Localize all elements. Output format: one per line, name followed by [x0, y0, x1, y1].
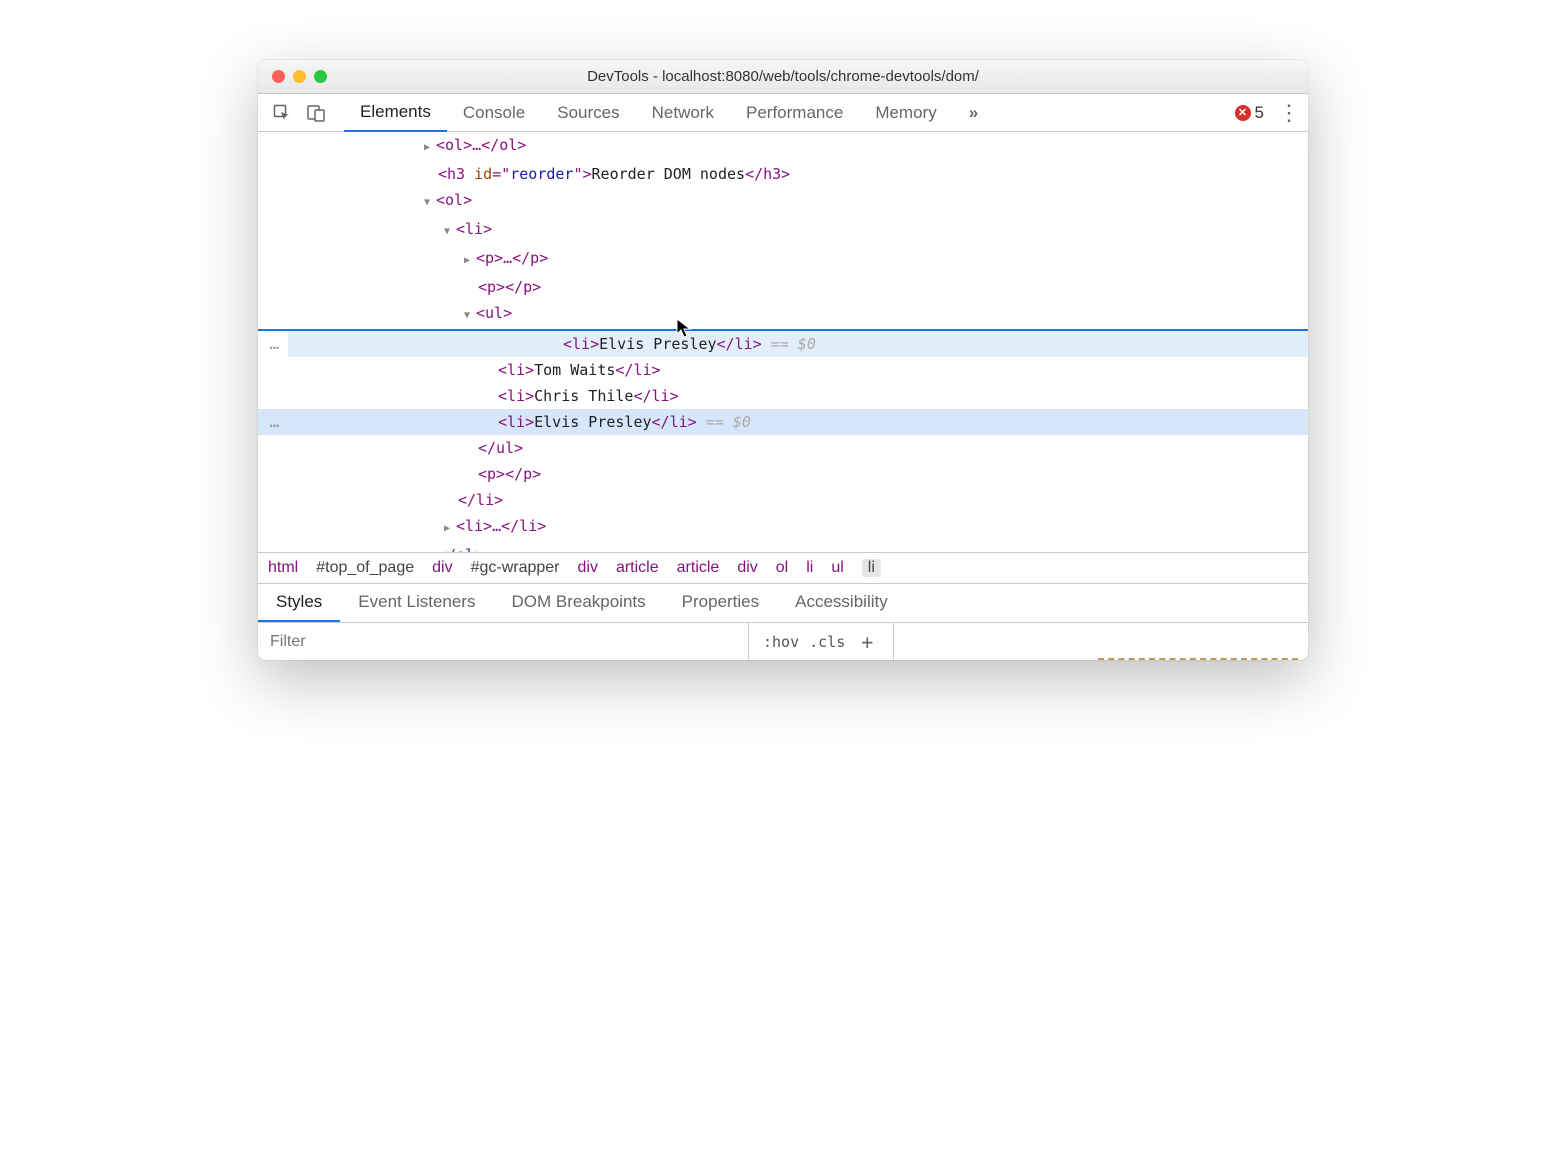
subtab-accessibility[interactable]: Accessibility: [777, 584, 906, 622]
tab-network[interactable]: Network: [636, 95, 730, 131]
hov-toggle[interactable]: :hov: [763, 633, 799, 651]
dom-node[interactable]: <h3 id="reorder">Reorder DOM nodes</h3>: [258, 161, 1308, 187]
subtab-dom-breakpoints[interactable]: DOM Breakpoints: [493, 584, 663, 622]
main-toolbar: Elements Console Sources Network Perform…: [258, 94, 1308, 132]
breadcrumb-item[interactable]: div: [432, 559, 452, 577]
dom-node[interactable]: ▶<li>…</li>: [258, 513, 1308, 542]
box-model-margin-edge: [1098, 658, 1298, 660]
tabs-overflow-button[interactable]: »: [953, 95, 994, 131]
subtab-styles[interactable]: Styles: [258, 584, 340, 622]
dom-node-selected[interactable]: … <li>Elvis Presley</li> == $0: [258, 409, 1308, 435]
dom-node[interactable]: <p></p>: [258, 274, 1308, 300]
dom-node-dragging[interactable]: … <li>Elvis Presley</li> == $0: [288, 331, 1308, 357]
dom-node[interactable]: ▶<p>…</p>: [258, 245, 1308, 274]
error-count-badge[interactable]: ✕ 5: [1235, 103, 1264, 123]
error-count: 5: [1255, 103, 1264, 123]
dom-node[interactable]: ▼<ul>: [258, 300, 1308, 329]
dom-node[interactable]: <li>Tom Waits</li>: [258, 357, 1308, 383]
dom-node[interactable]: </li>: [258, 487, 1308, 513]
tab-performance[interactable]: Performance: [730, 95, 859, 131]
breadcrumb-item[interactable]: article: [677, 559, 720, 577]
dom-node[interactable]: </ul>: [258, 435, 1308, 461]
subtab-event-listeners[interactable]: Event Listeners: [340, 584, 493, 622]
breadcrumb-item[interactable]: ol: [776, 559, 788, 577]
styles-filter-input[interactable]: [258, 623, 748, 660]
breadcrumb-item[interactable]: ul: [831, 559, 843, 577]
gutter-ellipsis-icon[interactable]: …: [258, 331, 292, 357]
dom-node[interactable]: </ol>: [258, 542, 1308, 552]
breadcrumb-item[interactable]: #gc-wrapper: [471, 559, 560, 577]
kebab-menu-icon[interactable]: ⋮: [1278, 100, 1298, 126]
dom-tree[interactable]: ▶<ol>…</ol> <h3 id="reorder">Reorder DOM…: [258, 132, 1308, 552]
breadcrumb-item[interactable]: #top_of_page: [316, 559, 414, 577]
styles-filter-bar: :hov .cls +: [258, 622, 1308, 660]
dom-node[interactable]: <li>Chris Thile</li>: [258, 383, 1308, 409]
panel-tabs: Elements Console Sources Network Perform…: [344, 94, 1229, 131]
dom-node[interactable]: ▶<ol>…</ol>: [258, 132, 1308, 161]
sidebar-tabs: Styles Event Listeners DOM Breakpoints P…: [258, 583, 1308, 622]
breadcrumb-item[interactable]: div: [578, 559, 598, 577]
devtools-window: DevTools - localhost:8080/web/tools/chro…: [258, 60, 1308, 660]
dom-node[interactable]: ▼<ol>: [258, 187, 1308, 216]
cls-toggle[interactable]: .cls: [809, 633, 845, 651]
dom-node[interactable]: ▼<li>: [258, 216, 1308, 245]
close-window-button[interactable]: [272, 70, 285, 83]
breadcrumb-item[interactable]: li: [806, 559, 813, 577]
breadcrumb-item[interactable]: div: [737, 559, 757, 577]
traffic-lights: [258, 70, 327, 83]
inspect-element-icon[interactable]: [268, 99, 296, 127]
tab-elements[interactable]: Elements: [344, 94, 447, 132]
window-title: DevTools - localhost:8080/web/tools/chro…: [258, 68, 1308, 85]
zoom-window-button[interactable]: [314, 70, 327, 83]
tab-memory[interactable]: Memory: [859, 95, 952, 131]
dom-node[interactable]: <p></p>: [258, 461, 1308, 487]
breadcrumb-item[interactable]: html: [268, 559, 298, 577]
new-style-rule-button[interactable]: +: [855, 630, 879, 654]
error-icon: ✕: [1235, 105, 1251, 121]
device-toolbar-icon[interactable]: [302, 99, 330, 127]
minimize-window-button[interactable]: [293, 70, 306, 83]
subtab-properties[interactable]: Properties: [664, 584, 777, 622]
gutter-ellipsis-icon[interactable]: …: [258, 409, 292, 435]
titlebar[interactable]: DevTools - localhost:8080/web/tools/chro…: [258, 60, 1308, 94]
metrics-pane-peek: [893, 623, 1308, 660]
tab-sources[interactable]: Sources: [541, 95, 635, 131]
breadcrumb: html #top_of_page div #gc-wrapper div ar…: [258, 552, 1308, 583]
tab-console[interactable]: Console: [447, 95, 541, 131]
breadcrumb-item-current[interactable]: li: [862, 559, 881, 577]
breadcrumb-item[interactable]: article: [616, 559, 659, 577]
